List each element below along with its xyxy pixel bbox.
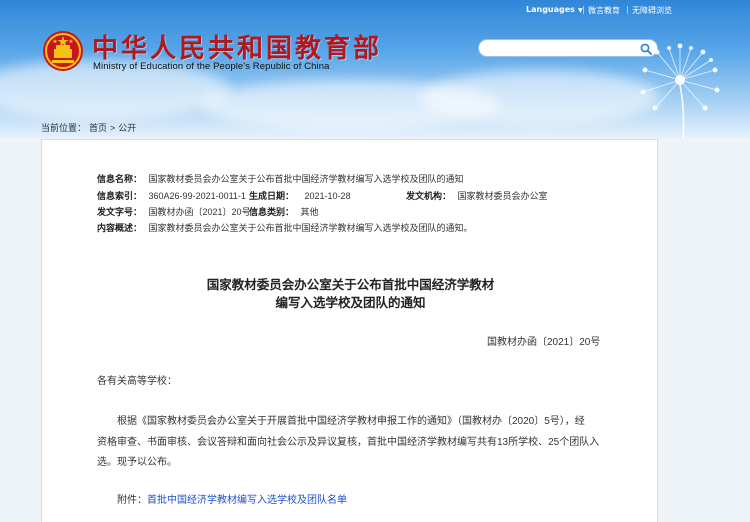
info-index-value: 360A26-99-2021-0011-1 bbox=[148, 191, 246, 201]
document-number: 国教材办函〔2021〕20号 bbox=[487, 337, 601, 348]
attachment-link[interactable]: 首批中国经济学教材编写入选学校及团队名单 bbox=[147, 495, 347, 506]
salutation: 各有关高等学校： bbox=[97, 376, 177, 387]
breadcrumb-public-link[interactable]: 公开 bbox=[118, 123, 136, 133]
info-org-row: 发文机构： 国家教材委员会办公室 bbox=[406, 189, 548, 202]
document-title-line1: 国家教材委员会办公室关于公布首批中国经济学教材 bbox=[206, 278, 495, 292]
info-docno-label: 发文字号： bbox=[97, 207, 143, 217]
separator: | bbox=[626, 5, 629, 14]
info-name-row: 信息名称： 国家教材委员会办公室关于公布首批中国经济学教材编写入选学校及团队的通… bbox=[97, 172, 464, 185]
separator: | bbox=[582, 5, 585, 14]
breadcrumb: 当前位置： 首页 > 公开 bbox=[41, 121, 139, 134]
breadcrumb-home-link[interactable]: 首页 bbox=[89, 123, 107, 133]
info-org-label: 发文机构： bbox=[406, 191, 452, 201]
logo-english-text[interactable]: Ministry of Education of the People's Re… bbox=[93, 61, 330, 72]
paragraph-line: 资格审查、书面审核、会议答辩和面向社会公示及异议复核，首批中国经济学教材编写共有… bbox=[97, 437, 600, 448]
info-index-label: 信息索引： bbox=[97, 191, 143, 201]
info-date-label: 生成日期： bbox=[249, 191, 295, 201]
info-index-row: 信息索引： 360A26-99-2021-0011-1 bbox=[97, 189, 246, 202]
languages-link[interactable]: Languages ▼ bbox=[526, 5, 583, 14]
header-cloud bbox=[420, 70, 660, 125]
info-summary-label: 内容概述： bbox=[97, 223, 143, 233]
paragraph-line: 选。现予以公布。 bbox=[97, 457, 177, 468]
breadcrumb-separator: > bbox=[110, 123, 116, 133]
national-emblem-icon[interactable] bbox=[42, 30, 84, 72]
info-type-value: 其他 bbox=[300, 207, 319, 217]
document-title-line2: 编写入选学校及团队的通知 bbox=[275, 296, 426, 310]
dandelion-illustration bbox=[640, 43, 720, 138]
accessibility-link[interactable]: 无障碍浏览 bbox=[632, 5, 672, 16]
attachment-label: 附件： bbox=[117, 495, 147, 506]
info-name-label: 信息名称： bbox=[97, 174, 143, 184]
info-date-row: 生成日期： 2021-10-28 bbox=[249, 189, 351, 202]
info-name-value: 国家教材委员会办公室关于公布首批中国经济学教材编写入选学校及团队的通知 bbox=[148, 174, 464, 184]
info-summary-row: 内容概述： 国家教材委员会办公室关于公布首批中国经济学教材编写入选学校及团队的通… bbox=[97, 221, 473, 234]
breadcrumb-prefix: 当前位置： bbox=[41, 123, 87, 133]
attachment-row: 附件：首批中国经济学教材编写入选学校及团队名单 bbox=[117, 491, 347, 511]
weiyan-jiaoyu-link[interactable]: 微言教育 bbox=[588, 5, 620, 16]
info-docno-value: 国教材办函〔2021〕20号 bbox=[148, 207, 251, 217]
search-input[interactable] bbox=[487, 41, 641, 57]
content-panel: 信息名称： 国家教材委员会办公室关于公布首批中国经济学教材编写入选学校及团队的通… bbox=[41, 139, 658, 522]
info-date-value: 2021-10-28 bbox=[304, 191, 351, 201]
info-type-row: 信息类别： 其他 bbox=[249, 205, 319, 218]
site-header: 中华人民共和国教育部 Ministry of Education of the … bbox=[0, 0, 750, 138]
paragraph-line: 根据《国家教材委员会办公室关于开展首批中国经济学教材申报工作的通知》（国教材办〔… bbox=[117, 416, 585, 427]
logo-chinese-text[interactable]: 中华人民共和国教育部 bbox=[92, 28, 382, 65]
info-type-label: 信息类别： bbox=[249, 207, 295, 217]
info-org-value: 国家教材委员会办公室 bbox=[457, 191, 548, 201]
info-docno-row: 发文字号： 国教材办函〔2021〕20号 bbox=[97, 205, 251, 218]
languages-link-label[interactable]: Languages bbox=[526, 5, 575, 14]
info-summary-value: 国家教材委员会办公室关于公布首批中国经济学教材编写入选学校及团队的通知。 bbox=[148, 223, 473, 233]
